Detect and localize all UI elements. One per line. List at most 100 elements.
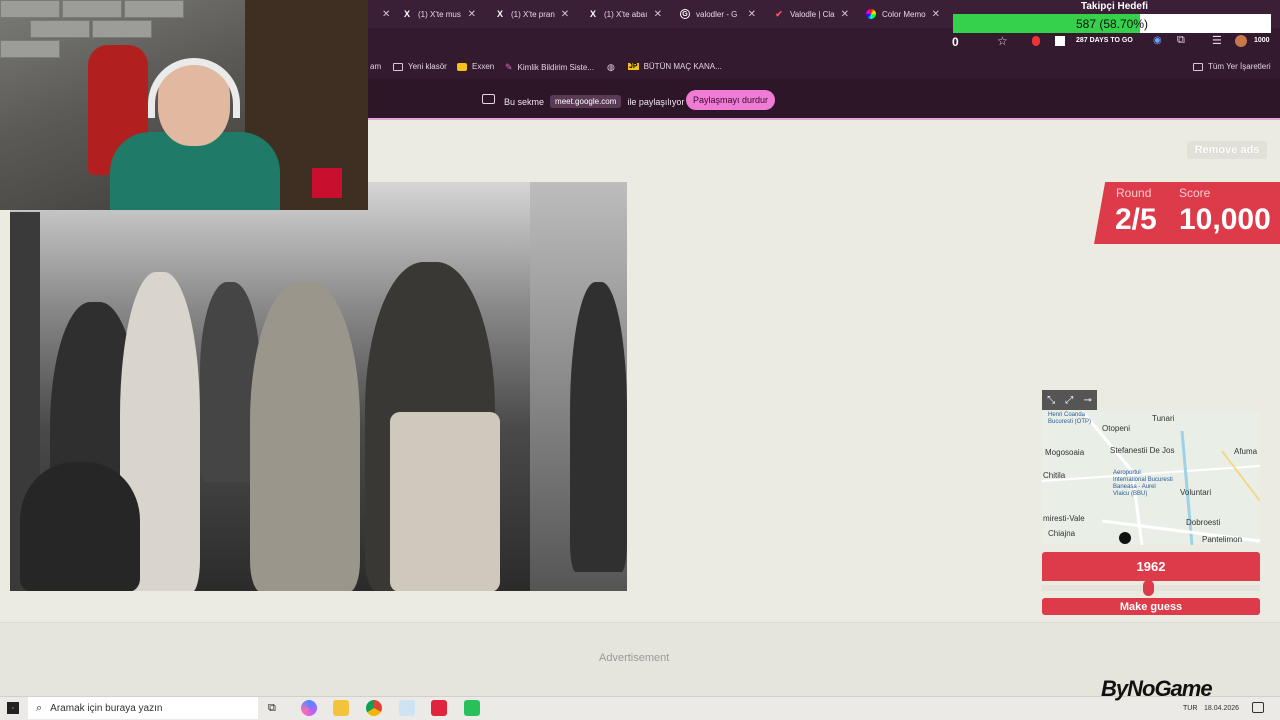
close-icon[interactable]: ✕ (748, 9, 756, 20)
close-icon[interactable]: ✕ (654, 9, 662, 20)
tab-label: (1) X'te pran (511, 9, 555, 19)
taskbar-search[interactable]: ⌕ Aramak için buraya yazın (28, 697, 258, 719)
bookmark-item[interactable]: Exxen (457, 62, 494, 71)
score-value: 10,000 (1179, 203, 1271, 236)
feather-icon: ✎ (505, 62, 513, 72)
puzzle-icon[interactable]: ⧉ (1177, 34, 1185, 47)
app-icon[interactable] (431, 700, 447, 716)
folder-icon (393, 62, 403, 71)
chrome-icon[interactable] (366, 700, 382, 716)
share-prefix: Bu sekme (504, 96, 545, 107)
screen-share-icon (482, 94, 495, 104)
round-label: Round (1116, 186, 1152, 200)
close-icon[interactable]: ✕ (382, 9, 390, 20)
close-icon[interactable]: ✕ (932, 9, 940, 20)
photo-figure (570, 282, 627, 572)
follow-goal-text: 587 (58.70%) (1075, 16, 1149, 31)
map-label: Afuma (1234, 447, 1258, 456)
tab-label: valodler - G (696, 9, 738, 19)
photo-figure (20, 462, 140, 591)
all-bookmarks[interactable]: Tüm Yer İşaretleri (1193, 62, 1271, 71)
google-icon: G (680, 9, 690, 19)
stop-sharing-button[interactable]: Paylaşmayı durdur (686, 90, 775, 110)
pen-app-icon[interactable] (399, 700, 415, 716)
jp-icon: JP (628, 63, 639, 70)
app-icon[interactable] (464, 700, 480, 716)
map-label: Stefanestii De Jos (1110, 446, 1175, 455)
windows-start-icon[interactable] (7, 702, 19, 714)
map-label: Mogosoaia (1045, 448, 1085, 457)
tab-3[interactable]: Gvalodler - G ✕ (672, 3, 764, 25)
notification-icon[interactable] (1252, 702, 1264, 713)
tray-lang[interactable]: TUR (1183, 705, 1197, 712)
taskview-icon[interactable]: ⧉ (268, 702, 276, 715)
headset (148, 58, 240, 118)
bookmark-label: Yeni klasör (408, 62, 447, 71)
bookmark-item[interactable]: JP BÜTÜN MAÇ KANA... (628, 62, 722, 71)
bookmark-label: am (370, 62, 382, 71)
bynogame-watermark: ByNoGame (1101, 676, 1213, 701)
tray-date[interactable]: 18.04.2026 (1204, 705, 1239, 712)
tab-close-prev[interactable]: ✕ (374, 3, 390, 25)
bookmark-item[interactable]: ✎ Kimlik Bildirim Siste... (505, 62, 594, 73)
map-pin-icon[interactable] (1119, 532, 1131, 544)
pin-icon[interactable]: ⊸ (1084, 395, 1092, 406)
all-bookmarks-label: Tüm Yer İşaretleri (1208, 62, 1271, 71)
x-icon: X (496, 9, 503, 19)
wall-brick (124, 0, 184, 18)
file-explorer-icon[interactable] (333, 700, 349, 716)
follow-goal-title: Takipçi Hedefi (1081, 1, 1149, 12)
share-suffix: ile paylaşılıyor (627, 96, 685, 107)
search-icon: ⌕ (36, 701, 43, 714)
wall-brick (0, 0, 60, 18)
globe-icon: ◍ (607, 62, 615, 72)
tab-4[interactable]: ✔ Valodle | Cla ✕ (766, 3, 856, 25)
x-icon: X (403, 9, 410, 19)
tab-label: (1) X'te abaı (604, 9, 648, 19)
close-icon[interactable]: ✕ (841, 9, 849, 20)
flag (312, 168, 342, 198)
historical-photo[interactable] (10, 182, 627, 591)
toolbar-count: 1000 (1254, 37, 1270, 44)
tab-label: (1) X'te mus (418, 9, 461, 19)
tab-label: Valodle | Cla (790, 9, 835, 19)
close-icon[interactable]: ✕ (468, 9, 476, 20)
folder-icon (1193, 62, 1203, 71)
map-label: Chiajna (1048, 529, 1076, 538)
remove-ads-button[interactable]: Remove ads (1187, 141, 1267, 159)
expand-icon[interactable]: ⤡ (1047, 395, 1055, 406)
bookmark-folder[interactable]: Yeni klasör (393, 62, 447, 71)
map-label: Chitila (1043, 471, 1066, 480)
map-label: Otopeni (1102, 424, 1131, 433)
copilot-icon[interactable] (301, 700, 317, 716)
extension-icon[interactable] (1055, 36, 1065, 46)
menu-icon[interactable]: ☰ (1212, 34, 1222, 47)
extension-icon[interactable] (1032, 36, 1040, 46)
map-label: Tunari (1152, 414, 1175, 423)
round-value: 2/5 (1115, 203, 1157, 236)
year-slider-thumb[interactable] (1143, 580, 1154, 596)
close-icon[interactable]: ✕ (561, 9, 569, 20)
map-label: Pantelimon (1202, 535, 1243, 544)
score-label: Score (1179, 186, 1211, 200)
photo-figure (250, 282, 360, 591)
tab-0[interactable]: X (1) X'te mus ✕ (394, 3, 484, 25)
bookmark-star-icon[interactable]: ☆ (997, 34, 1008, 48)
bookmark-item[interactable]: am (370, 62, 381, 71)
wall-brick (62, 0, 122, 18)
avatar[interactable] (1235, 35, 1247, 47)
share-domain: meet.google.com (550, 95, 622, 108)
make-guess-button[interactable]: Make guess (1042, 598, 1260, 615)
search-placeholder: Aramak için buraya yazın (50, 702, 163, 714)
map-label: miresti-Vale (1043, 514, 1085, 523)
audio-icon[interactable]: ◉ (1153, 35, 1162, 46)
map-label: Voluntari (1180, 488, 1212, 497)
bookmark-label: BÜTÜN MAÇ KANA... (643, 62, 722, 71)
tab-2[interactable]: X (1) X'te abaı ✕ (580, 3, 670, 25)
tab-5[interactable]: Color Memo ✕ (858, 3, 948, 25)
bookmark-item[interactable]: ◍ (607, 62, 615, 73)
tab-1[interactable]: X (1) X'te pran ✕ (487, 3, 577, 25)
days-counter: 287 DAYS TO GO (1076, 37, 1133, 44)
bookmark-label: Kimlik Bildirim Siste... (517, 63, 594, 72)
shrink-icon[interactable]: ⤢ (1065, 395, 1073, 406)
